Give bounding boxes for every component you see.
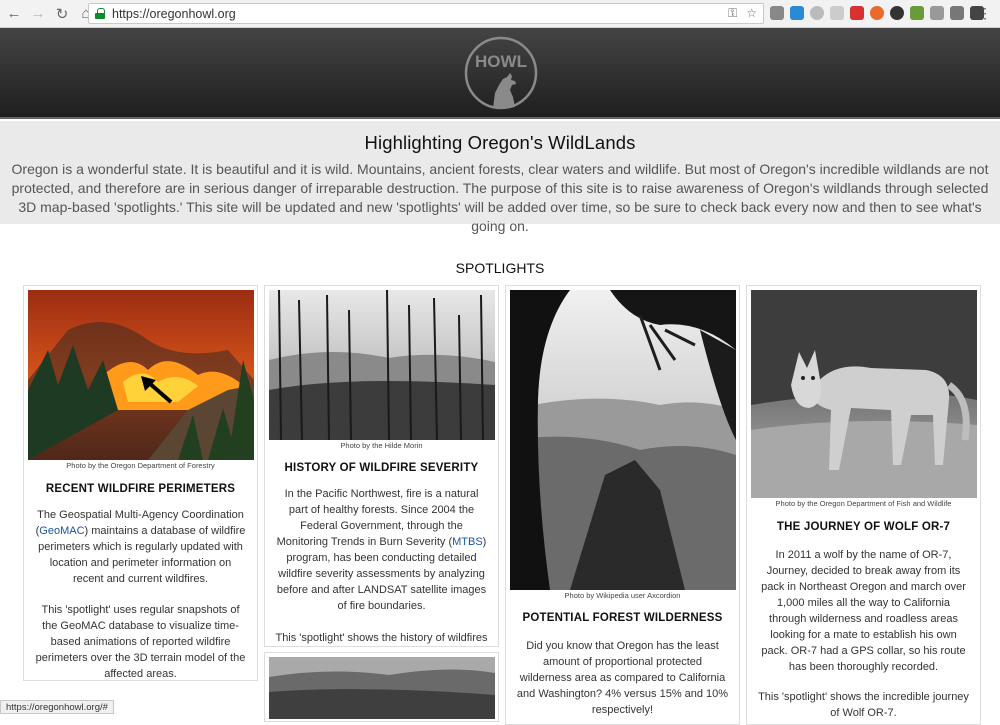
spotlight-card-wildfire-severity[interactable]: Photo by the Hilde Morin HISTORY OF WILD… [264,285,499,647]
mtbs-link[interactable]: MTBS [452,536,483,548]
back-button[interactable]: ← [4,4,24,24]
extension-green-icon[interactable] [910,6,924,20]
browser-menu-icon[interactable]: ⋮ [978,5,992,22]
extension-shield-icon[interactable] [770,6,784,20]
card-title[interactable]: HISTORY OF WILDFIRE SEVERITY [265,462,498,474]
extension-d-icon[interactable] [790,6,804,20]
browser-toolbar: ← → ↻ ⌂ https://oregonhowl.org ⚿ ☆ ⋮ [0,0,1000,28]
cast-icon[interactable] [930,6,944,20]
extension-circle-icon[interactable] [810,6,824,20]
spotlight-card-forest-wilderness[interactable]: Photo by Wikipedia user Axcordion POTENT… [505,285,740,725]
intro-section: Highlighting Oregon's WildLands Oregon i… [0,121,1000,234]
card-title[interactable]: THE JOURNEY OF WOLF OR-7 [747,521,980,533]
address-bar[interactable]: https://oregonhowl.org ⚿ ☆ [88,3,764,24]
card-title[interactable]: POTENTIAL FOREST WILDERNESS [506,612,739,624]
landscape-photo[interactable] [268,657,495,719]
link-status-tooltip: https://oregonhowl.org/# [0,700,114,714]
site-header: HOWL [0,28,1000,119]
card-title[interactable]: RECENT WILDFIRE PERIMETERS [24,483,257,495]
github-icon[interactable] [890,6,904,20]
card-description: The Geospatial Multi-Agency Coordination… [34,507,247,587]
address-url: https://oregonhowl.org [112,6,236,21]
wolf-photo[interactable] [750,290,977,498]
intro-text: Oregon is a wonderful state. It is beaut… [11,161,989,234]
card-spotlight-text: This 'spotlight' uses regular snapshots … [35,604,246,680]
description-text: In the Pacific Northwest, fire is a natu… [276,488,479,548]
extension-grid-icon[interactable] [830,6,844,20]
spotlights-heading: SPOTLIGHTS [455,260,545,276]
spotlight-card-partial[interactable] [264,652,499,722]
photo-caption: Photo by the Oregon Department of Forest… [66,461,215,470]
forward-button[interactable]: → [28,4,48,24]
extension-list-icon[interactable] [950,6,964,20]
page-title: Highlighting Oregon's WildLands [364,132,636,153]
photo-caption: Photo by the Hilde Morin [340,441,423,450]
card-description: Did you know that Oregon has the least a… [516,640,729,716]
bookmark-star-icon[interactable]: ☆ [746,6,757,21]
burned-forest-photo[interactable] [268,290,495,440]
card-description: In the Pacific Northwest, fire is a natu… [275,486,488,614]
howling-wolf-icon [493,73,516,108]
extensions-bar [770,6,984,20]
key-icon[interactable]: ⚿ [728,6,737,21]
photo-caption: Photo by the Oregon Department of Fish a… [775,499,952,508]
howl-logo[interactable]: HOWL [463,35,539,111]
card-spotlight-text: This 'spotlight' shows the history of wi… [275,632,488,644]
reload-button[interactable]: ↻ [52,4,72,24]
forest-wilderness-photo[interactable] [509,290,736,590]
spotlight-card-wildfire-perimeters[interactable]: Photo by the Oregon Department of Forest… [23,285,258,681]
photo-caption: Photo by Wikipedia user Axcordion [564,591,681,600]
card-description: In 2011 a wolf by the name of OR-7, Jour… [761,549,966,673]
spotlight-card-wolf-or7[interactable]: Photo by the Oregon Department of Fish a… [746,285,981,725]
logo-text: HOWL [475,52,527,71]
extension-orange-icon[interactable] [870,6,884,20]
extension-red-icon[interactable] [850,6,864,20]
secure-lock-icon [95,8,105,19]
geomac-link[interactable]: GeoMAC [39,525,84,537]
wildfire-photo[interactable] [27,290,254,460]
card-spotlight-text: This 'spotlight' shows the incredible jo… [758,691,969,719]
